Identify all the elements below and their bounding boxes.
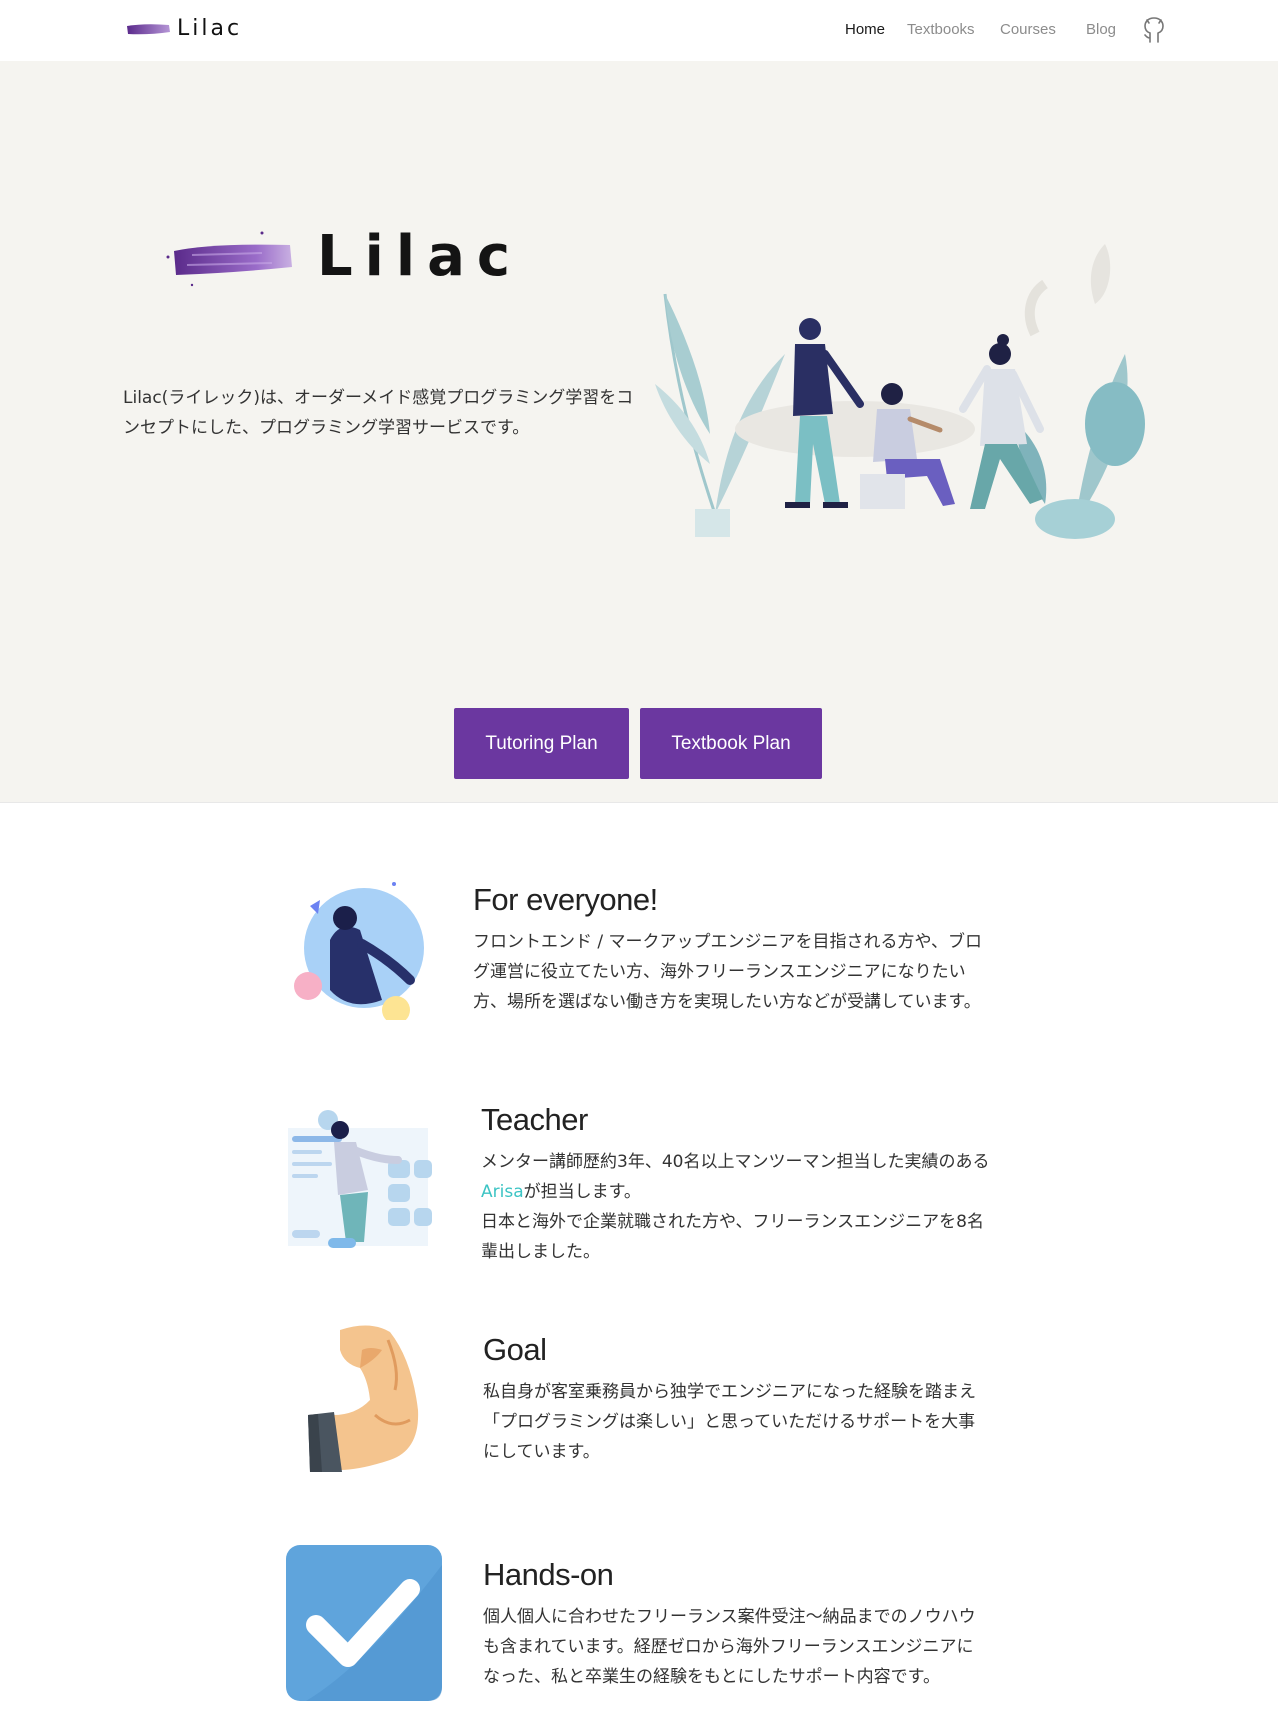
feature-line: 方、場所を選ばない働き方を実現したい方などが受講しています。 bbox=[473, 992, 981, 1012]
tutoring-plan-button[interactable]: Tutoring Plan bbox=[454, 708, 629, 779]
feature-line: 「プログラミングは楽しい」と思っていただけるサポートを大事 bbox=[483, 1412, 976, 1432]
feature-line: 私自身が客室乗務員から独学でエンジニアになった経験を踏まえ bbox=[483, 1382, 976, 1402]
feature-line: にしています。 bbox=[483, 1442, 600, 1462]
feature-line: 日本と海外で企業就職された方や、フリーランスエンジニアを8名 bbox=[481, 1212, 984, 1232]
teacher-board-icon bbox=[288, 1110, 432, 1248]
feature-line: メンター講師歴約3年、40名以上マンツーマン担当した実績のある bbox=[481, 1152, 990, 1172]
feature-title: For everyone! bbox=[473, 882, 658, 917]
textbook-plan-button[interactable]: Textbook Plan bbox=[640, 708, 822, 779]
feature-line: グ運営に役立てたい方、海外フリーランスエンジニアになりたい bbox=[473, 962, 966, 982]
github-icon[interactable] bbox=[1142, 16, 1166, 44]
nav-link-home[interactable]: Home bbox=[845, 21, 885, 38]
hero-description: Lilac(ライレック)は、オーダーメイド感覚プログラミング学習をコンセプトにし… bbox=[123, 388, 634, 438]
feature-title: Hands-on bbox=[483, 1557, 614, 1592]
brush-logo-icon bbox=[166, 231, 292, 287]
feature-line: も含まれています。経歴ゼロから海外フリーランスエンジニアに bbox=[483, 1637, 974, 1657]
flexed-bicep-icon bbox=[308, 1325, 419, 1472]
arisa-link[interactable]: Arisa bbox=[481, 1182, 524, 1202]
checkbox-icon bbox=[286, 1545, 442, 1701]
feature-description: フロントエンド / マークアップエンジニアを目指される方や、ブロ グ運営に役立て… bbox=[473, 927, 1048, 1017]
nav-link-courses[interactable]: Courses bbox=[1000, 21, 1056, 38]
feature-title: Teacher bbox=[481, 1102, 588, 1137]
hero-section: Lilac Lilac(ライレック)は、オーダーメイド感覚プログラミング学習をコ… bbox=[0, 61, 1278, 803]
nav-link-blog[interactable]: Blog bbox=[1086, 21, 1116, 38]
feature-line: 個人個人に合わせたフリーランス案件受注〜納品までのノウハウ bbox=[483, 1607, 976, 1627]
feature-description: 私自身が客室乗務員から独学でエンジニアになった経験を踏まえ 「プログラミングは楽… bbox=[483, 1377, 1058, 1467]
nav-links: Home Textbooks Courses Blog bbox=[0, 21, 1278, 43]
feature-line: 輩出しました。 bbox=[481, 1242, 600, 1262]
feature-title: Goal bbox=[483, 1332, 547, 1367]
hero-brand-text: Lilac bbox=[317, 223, 523, 289]
top-navbar: Lilac Home Textbooks Courses Blog bbox=[0, 0, 1278, 61]
hero-logo: Lilac bbox=[162, 223, 522, 289]
feature-line: Arisaが担当します。 bbox=[481, 1177, 1056, 1207]
nav-link-textbooks[interactable]: Textbooks bbox=[907, 21, 975, 38]
feature-line-rest: が担当します。 bbox=[523, 1182, 641, 1202]
feature-description: メンター講師歴約3年、40名以上マンツーマン担当した実績のある Arisaが担当… bbox=[481, 1147, 1056, 1267]
feature-line: なった、私と卒業生の経験をもとにしたサポート内容です。 bbox=[483, 1667, 940, 1687]
team-illustration bbox=[655, 244, 1145, 539]
person-icon bbox=[294, 882, 424, 1020]
feature-line: フロントエンド / マークアップエンジニアを目指される方や、ブロ bbox=[473, 932, 983, 952]
feature-description: 個人個人に合わせたフリーランス案件受注〜納品までのノウハウ も含まれています。経… bbox=[483, 1602, 1058, 1692]
